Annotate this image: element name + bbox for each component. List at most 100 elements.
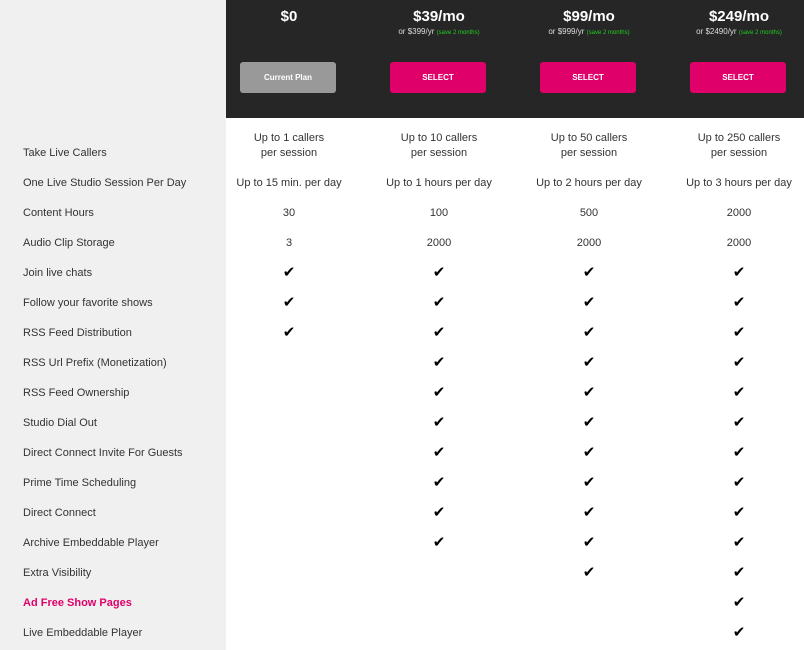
check-icon: ✔	[432, 444, 446, 461]
check-icon: ✔	[582, 564, 596, 581]
feature-value: Up to 1 callers per session	[214, 131, 364, 161]
check-icon: ✔	[582, 324, 596, 341]
check-icon: ✔	[582, 384, 596, 401]
check-icon: ✔	[582, 264, 596, 281]
yearly-price-text: or $2490/yr	[696, 27, 739, 36]
feature-label: Content Hours	[23, 207, 94, 219]
feature-value: 30	[282, 207, 296, 219]
feature-row: Join live chats ✔ ✔ ✔ ✔	[0, 258, 804, 288]
feature-row: Archive Embeddable Player ✔ ✔ ✔	[0, 528, 804, 558]
check-icon: ✔	[432, 324, 446, 341]
feature-row: Take Live Callers Up to 1 callers per sess…	[0, 132, 804, 168]
feature-value-line: per session	[710, 147, 768, 159]
plan-column: $99/mo or $999/yr (save 2 months) SELECT	[514, 0, 664, 93]
check-icon: ✔	[732, 474, 746, 491]
feature-label: RSS Url Prefix (Monetization)	[23, 357, 167, 369]
feature-label: Prime Time Scheduling	[23, 477, 137, 489]
check-icon: ✔	[732, 294, 746, 311]
feature-row: Prime Time Scheduling ✔ ✔ ✔	[0, 468, 804, 498]
check-icon: ✔	[432, 504, 446, 521]
feature-value: 500	[579, 207, 599, 219]
check-icon: ✔	[432, 264, 446, 281]
current-plan-button: Current Plan	[240, 62, 336, 93]
feature-label: Direct Connect	[23, 507, 96, 519]
feature-label: RSS Feed Distribution	[23, 327, 132, 339]
feature-value: Up to 50 callers per session	[514, 131, 664, 161]
plan-yearly-price: or $999/yr (save 2 months)	[514, 27, 664, 37]
save-note: (save 2 months)	[436, 30, 480, 36]
feature-value-line: per session	[410, 147, 468, 159]
feature-value-line: per session	[260, 147, 318, 159]
feature-label: Follow your favorite shows	[23, 297, 153, 309]
feature-value: 100	[429, 207, 449, 219]
check-icon: ✔	[432, 294, 446, 311]
check-icon: ✔	[582, 534, 596, 551]
feature-row: Extra Visibility ✔ ✔	[0, 558, 804, 588]
feature-value: 3	[285, 237, 293, 249]
save-note: (save 2 months)	[586, 30, 630, 36]
plan-price: $99/mo	[563, 8, 615, 25]
feature-label: Audio Clip Storage	[23, 237, 115, 249]
check-icon: ✔	[732, 384, 746, 401]
feature-value: 2000	[576, 237, 602, 249]
feature-row: RSS Url Prefix (Monetization) ✔ ✔ ✔	[0, 348, 804, 378]
check-icon: ✔	[432, 354, 446, 371]
feature-row: Audio Clip Storage 3 2000 2000 2000	[0, 228, 804, 258]
save-note: (save 2 months)	[738, 30, 782, 36]
plan-yearly-price: or $2490/yr (save 2 months)	[664, 27, 804, 37]
feature-label: Archive Embeddable Player	[23, 537, 159, 549]
check-icon: ✔	[432, 414, 446, 431]
check-icon: ✔	[732, 354, 746, 371]
feature-value: Up to 2 hours per day	[536, 177, 642, 189]
check-icon: ✔	[732, 414, 746, 431]
select-plan-button[interactable]: SELECT	[690, 62, 786, 93]
feature-value: Up to 10 callers per session	[364, 131, 514, 161]
feature-row: Direct Connect ✔ ✔ ✔	[0, 498, 804, 528]
feature-label: Join live chats	[23, 267, 93, 279]
feature-value: 2000	[726, 237, 752, 249]
feature-row: Live Embeddable Player ✔	[0, 618, 804, 648]
plan-price: $249/mo	[708, 8, 770, 25]
check-icon: ✔	[582, 474, 596, 491]
feature-label: Take Live Callers	[23, 147, 107, 159]
feature-value-line: Up to 10 callers	[400, 132, 478, 144]
select-plan-button[interactable]: SELECT	[540, 62, 636, 93]
feature-label: Ad Free Show Pages	[23, 597, 132, 609]
plan-price: $39/mo	[413, 8, 465, 25]
check-icon: ✔	[582, 504, 596, 521]
feature-value: 2000	[726, 207, 752, 219]
check-icon: ✔	[432, 384, 446, 401]
check-icon: ✔	[732, 324, 746, 341]
feature-row: Follow your favorite shows ✔ ✔ ✔ ✔	[0, 288, 804, 318]
feature-value-line: Up to 250 callers	[697, 132, 781, 144]
feature-value: Up to 3 hours per day	[686, 177, 792, 189]
plan-column: $0 Current Plan	[214, 0, 364, 93]
feature-row: RSS Feed Ownership ✔ ✔ ✔	[0, 378, 804, 408]
feature-label: Direct Connect Invite For Guests	[23, 447, 183, 459]
check-icon: ✔	[432, 534, 446, 551]
feature-row: Studio Dial Out ✔ ✔ ✔	[0, 408, 804, 438]
check-icon: ✔	[732, 444, 746, 461]
yearly-price-text: or $399/yr	[398, 27, 437, 36]
feature-label: One Live Studio Session Per Day	[23, 177, 187, 189]
check-icon: ✔	[732, 594, 746, 611]
feature-label: Studio Dial Out	[23, 417, 97, 429]
feature-label: RSS Feed Ownership	[23, 387, 130, 399]
feature-row: Ad Free Show Pages ✔	[0, 588, 804, 618]
check-icon: ✔	[582, 354, 596, 371]
feature-value: 2000	[426, 237, 452, 249]
feature-value: Up to 250 callers per session	[664, 131, 804, 161]
plan-price: $0	[280, 8, 298, 25]
select-plan-button[interactable]: SELECT	[390, 62, 486, 93]
check-icon: ✔	[582, 444, 596, 461]
feature-row: Content Hours 30 100 500 2000	[0, 198, 804, 228]
plan-column: $249/mo or $2490/yr (save 2 months) SELECT	[664, 0, 804, 93]
yearly-price-text: or $999/yr	[548, 27, 587, 36]
feature-value: Up to 1 hours per day	[386, 177, 492, 189]
check-icon: ✔	[282, 324, 296, 341]
feature-label: Extra Visibility	[23, 567, 92, 579]
plan-yearly-price	[214, 27, 364, 37]
feature-value: Up to 15 min. per day	[236, 177, 342, 189]
feature-label: Live Embeddable Player	[23, 627, 143, 639]
check-icon: ✔	[582, 414, 596, 431]
